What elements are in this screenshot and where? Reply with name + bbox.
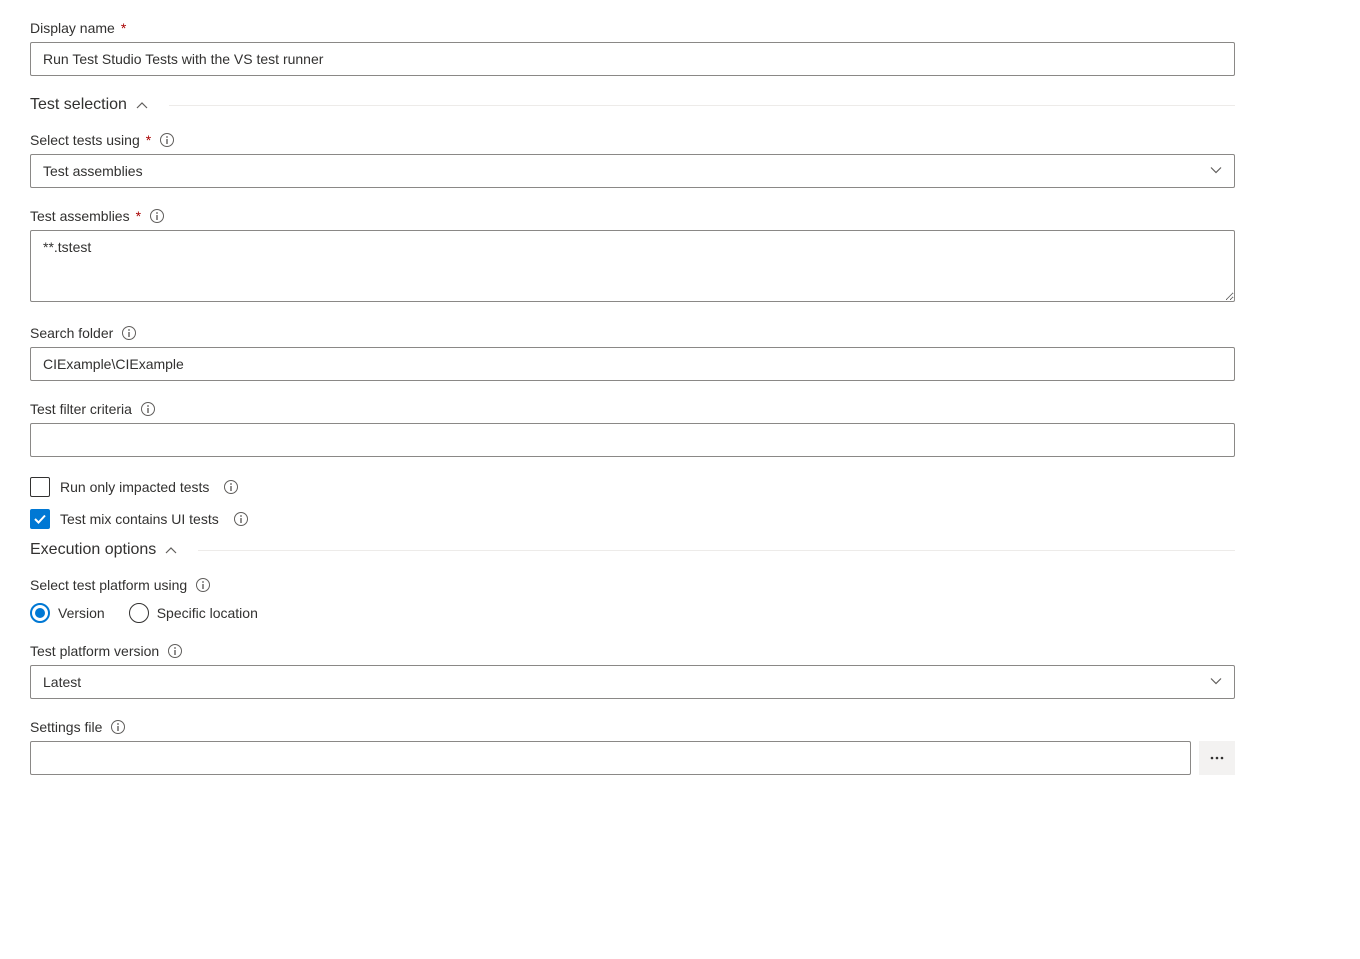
- select-tests-using-dropdown[interactable]: Test assemblies: [30, 154, 1235, 188]
- info-icon[interactable]: [195, 577, 211, 593]
- radio-version: [30, 603, 50, 623]
- display-name-input[interactable]: [30, 42, 1235, 76]
- chevron-up-icon: [135, 98, 149, 112]
- section-test-selection[interactable]: Test selection: [30, 96, 1235, 114]
- search-folder-input[interactable]: [30, 347, 1235, 381]
- radio-specific-location: [129, 603, 149, 623]
- test-assemblies-label: Test assemblies *: [30, 208, 1235, 224]
- display-name-label: Display name *: [30, 20, 1235, 36]
- test-mix-ui-label: Test mix contains UI tests: [60, 511, 219, 527]
- radio-version-label: Version: [58, 605, 105, 621]
- settings-file-input[interactable]: [30, 741, 1191, 775]
- radio-specific-location-label: Specific location: [157, 605, 258, 621]
- test-filter-criteria-label: Test filter criteria: [30, 401, 1235, 417]
- test-platform-version-label: Test platform version: [30, 643, 1235, 659]
- select-tests-using-label: Select tests using *: [30, 132, 1235, 148]
- section-execution-options-title: Execution options: [30, 541, 156, 559]
- info-icon[interactable]: [159, 132, 175, 148]
- radio-option-specific-location[interactable]: Specific location: [129, 603, 258, 623]
- info-icon[interactable]: [233, 511, 249, 527]
- section-test-selection-title: Test selection: [30, 96, 127, 114]
- radio-option-version[interactable]: Version: [30, 603, 105, 623]
- test-platform-version-dropdown[interactable]: Latest: [30, 665, 1235, 699]
- settings-file-label: Settings file: [30, 719, 1235, 735]
- browse-button[interactable]: [1199, 741, 1235, 775]
- test-filter-criteria-input[interactable]: [30, 423, 1235, 457]
- info-icon[interactable]: [121, 325, 137, 341]
- required-indicator: *: [121, 20, 126, 36]
- required-indicator: *: [146, 132, 151, 148]
- chevron-up-icon: [164, 543, 178, 557]
- section-divider: [169, 105, 1235, 106]
- section-execution-options[interactable]: Execution options: [30, 541, 1235, 559]
- section-divider: [198, 550, 1235, 551]
- check-icon: [32, 511, 48, 527]
- test-mix-ui-checkbox[interactable]: [30, 509, 50, 529]
- info-icon[interactable]: [149, 208, 165, 224]
- test-assemblies-textarea[interactable]: **.tstest: [30, 230, 1235, 302]
- info-icon[interactable]: [140, 401, 156, 417]
- required-indicator: *: [136, 208, 141, 224]
- info-icon[interactable]: [167, 643, 183, 659]
- info-icon[interactable]: [223, 479, 239, 495]
- select-test-platform-label: Select test platform using: [30, 577, 1235, 593]
- run-only-impacted-label: Run only impacted tests: [60, 479, 209, 495]
- info-icon[interactable]: [110, 719, 126, 735]
- run-only-impacted-checkbox[interactable]: [30, 477, 50, 497]
- search-folder-label: Search folder: [30, 325, 1235, 341]
- more-icon: [1209, 750, 1225, 766]
